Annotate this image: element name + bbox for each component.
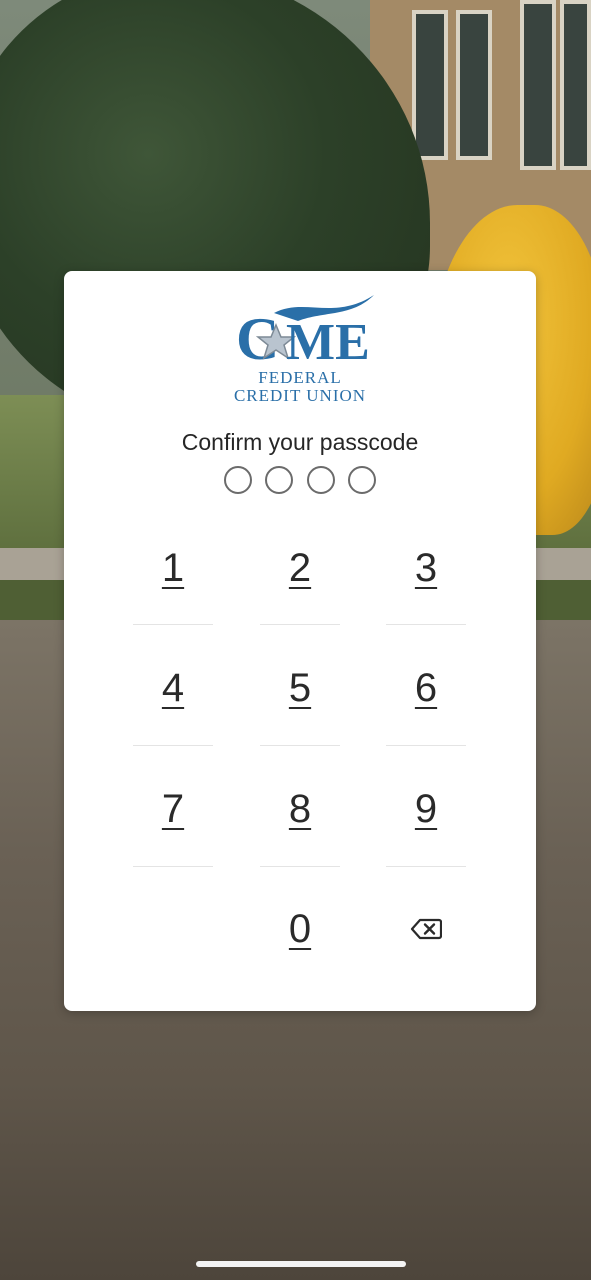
keypad-key-5[interactable]: 5: [260, 648, 340, 728]
building-window: [456, 10, 492, 160]
keypad-key-label: 5: [288, 665, 312, 710]
keypad-key-label: 0: [288, 906, 312, 951]
keypad-key-4[interactable]: 4: [133, 648, 213, 728]
key-divider: [133, 866, 213, 867]
passcode-dot: [306, 466, 335, 494]
keypad-key-label: 7: [161, 786, 185, 831]
keypad-key-6[interactable]: 6: [386, 648, 466, 728]
svg-text:ME: ME: [286, 314, 370, 371]
keypad-key-3[interactable]: 3: [386, 528, 466, 608]
passcode-card: C ME FEDERAL CREDIT UNION Confirm your p…: [64, 271, 536, 1011]
cme-logo: C ME FEDERAL CREDIT UNION: [214, 291, 386, 409]
passcode-dot: [265, 466, 294, 494]
keypad-key-label: 2: [288, 545, 312, 590]
key-divider: [386, 866, 466, 867]
keypad-key-9[interactable]: 9: [386, 769, 466, 849]
key-divider: [260, 866, 340, 867]
key-divider: [260, 624, 340, 625]
passcode-dot: [347, 466, 376, 494]
keypad-key-1[interactable]: 1: [133, 528, 213, 608]
keypad-key-8[interactable]: 8: [260, 769, 340, 849]
keypad-key-label: 6: [414, 665, 438, 710]
cme-logo-mark: C ME: [236, 295, 374, 371]
keypad-key-0[interactable]: 0: [260, 889, 340, 969]
keypad-key-label: 1: [161, 545, 185, 590]
building-window: [412, 10, 448, 160]
keypad-key-label: 3: [414, 545, 438, 590]
key-divider: [133, 745, 213, 746]
home-indicator[interactable]: [196, 1261, 406, 1267]
building-window: [560, 0, 591, 170]
passcode-dot: [224, 466, 252, 494]
backspace-button[interactable]: [386, 889, 466, 969]
key-divider: [133, 624, 213, 625]
passcode-prompt: Confirm your passcode: [181, 429, 419, 455]
key-divider: [386, 624, 466, 625]
key-divider: [260, 745, 340, 746]
keypad-key-7[interactable]: 7: [133, 769, 213, 849]
passcode-dots: [224, 466, 376, 494]
keypad-key-2[interactable]: 2: [260, 528, 340, 608]
building-window: [520, 0, 556, 170]
keypad-key-label: 9: [414, 786, 438, 831]
keypad-key-label: 8: [288, 786, 312, 831]
key-divider: [386, 745, 466, 746]
keypad-key-label: 4: [161, 665, 185, 710]
logo-line-federal: FEDERAL: [258, 368, 342, 387]
backspace-icon: [410, 918, 442, 940]
logo-line-credit-union: CREDIT UNION: [233, 386, 367, 405]
